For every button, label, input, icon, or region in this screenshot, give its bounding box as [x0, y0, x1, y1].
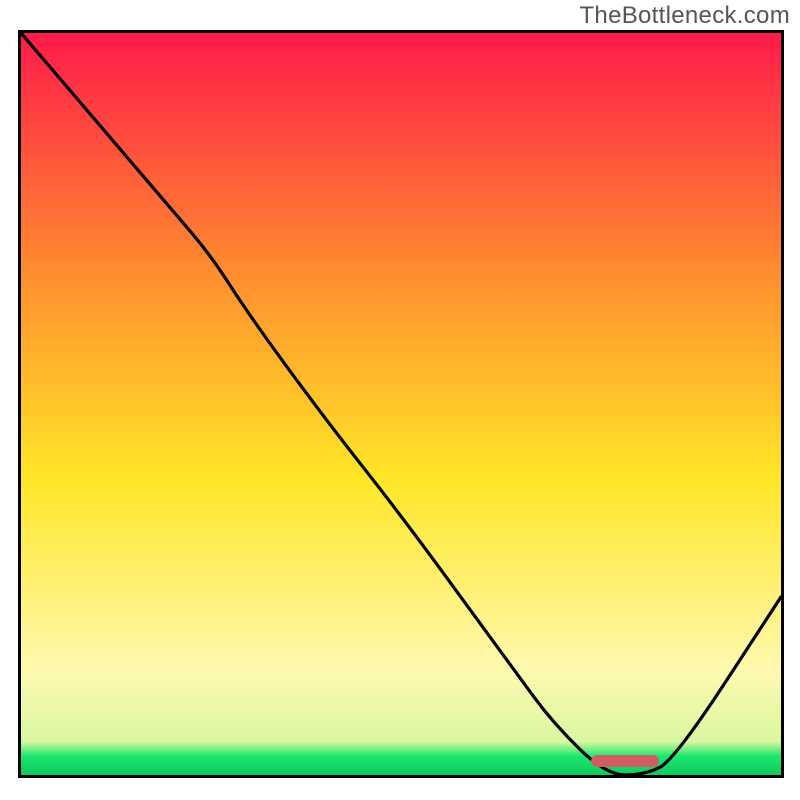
plot-area — [18, 30, 784, 778]
optimum-marker — [591, 755, 659, 767]
watermark-text: TheBottleneck.com — [579, 2, 790, 30]
chart-frame: TheBottleneck.com — [0, 0, 800, 800]
bottleneck-curve — [21, 33, 781, 775]
